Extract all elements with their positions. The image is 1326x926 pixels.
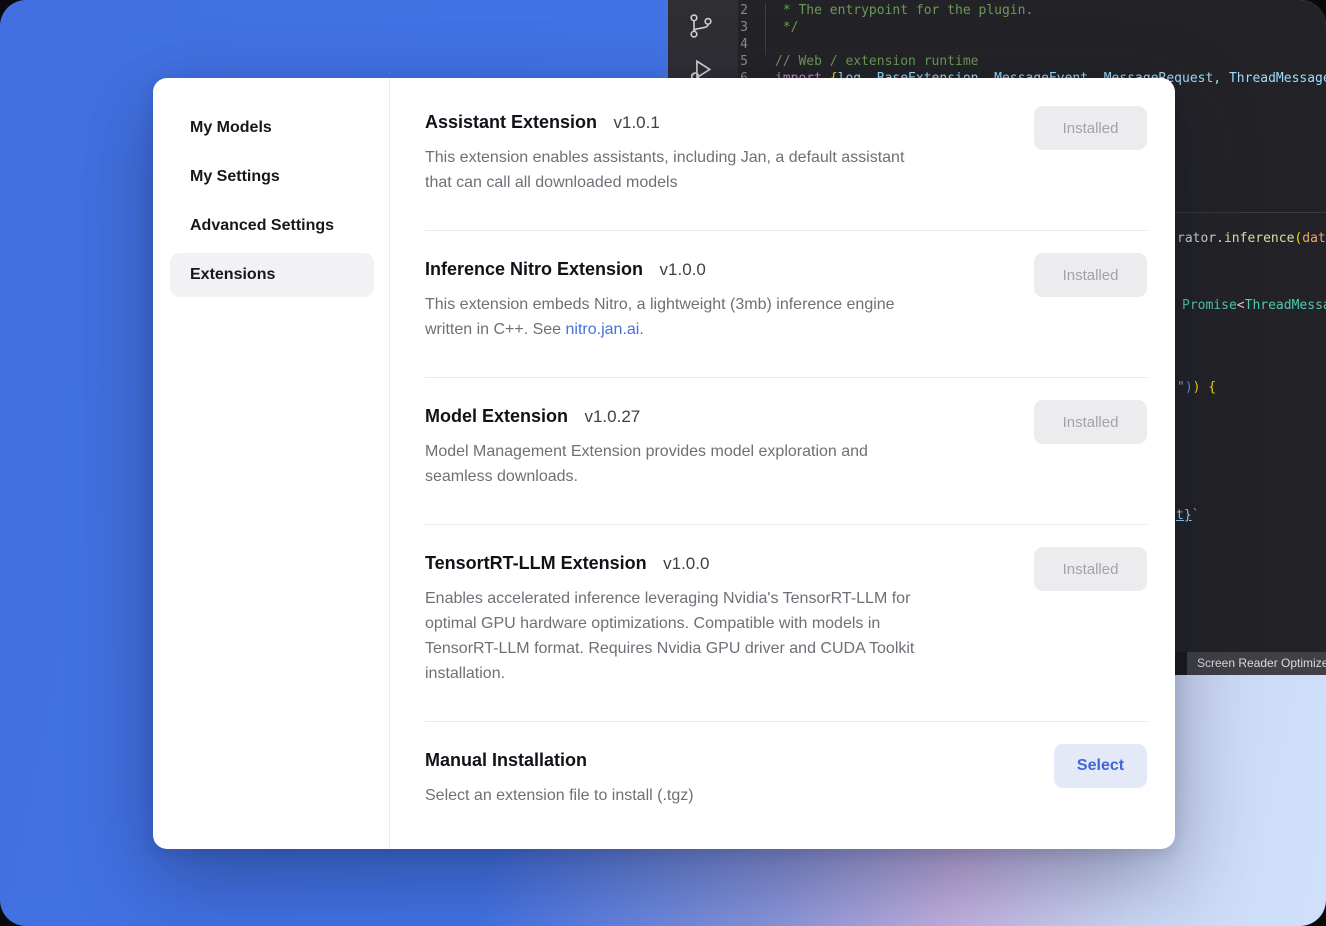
screen-reader-status-item[interactable]: Screen Reader Optimized <box>1187 652 1326 675</box>
installed-button[interactable]: Installed <box>1034 106 1147 150</box>
extension-title: TensortRT-LLM Extension <box>425 553 647 573</box>
extension-description: Enables accelerated inference leveraging… <box>425 586 1025 686</box>
manual-installation-row: Manual Installation Select an extension … <box>425 722 1147 828</box>
code-line: 4 <box>668 36 1326 53</box>
installed-button[interactable]: Installed <box>1034 400 1147 444</box>
code-fragment: ")) { <box>1177 381 1216 395</box>
extension-row-tensorrt: TensortRT-LLM Extension v1.0.0 Enables a… <box>425 525 1147 722</box>
sidebar-item-extensions[interactable]: Extensions <box>170 253 374 297</box>
extension-description: This extension embeds Nitro, a lightweig… <box>425 292 1025 342</box>
extension-title: Model Extension <box>425 406 568 426</box>
extension-row-nitro: Inference Nitro Extension v1.0.0 This ex… <box>425 231 1147 378</box>
manual-installation-title: Manual Installation <box>425 750 587 770</box>
code-fragment: t}` <box>1176 509 1199 523</box>
extension-description: This extension enables assistants, inclu… <box>425 145 1025 195</box>
extension-title: Assistant Extension <box>425 112 597 132</box>
installed-button[interactable]: Installed <box>1034 547 1147 591</box>
code-text: // Web / extension runtime <box>775 53 979 70</box>
code-lines: 2 * The entrypoint for the plugin. 3 */ … <box>668 2 1326 87</box>
nitro-jan-ai-link[interactable]: nitro.jan.ai. <box>566 321 644 338</box>
extension-row-assistant: Assistant Extension v1.0.1 This extensio… <box>425 78 1147 231</box>
installed-button[interactable]: Installed <box>1034 253 1147 297</box>
extension-row-model: Model Extension v1.0.27 Model Management… <box>425 378 1147 525</box>
select-file-button[interactable]: Select <box>1054 744 1147 788</box>
sidebar-item-my-models[interactable]: My Models <box>170 106 374 150</box>
extension-version: v1.0.1 <box>614 113 660 132</box>
line-number: 2 <box>668 2 748 19</box>
sidebar-item-advanced-settings[interactable]: Advanced Settings <box>170 204 374 248</box>
extension-version: v1.0.0 <box>660 260 706 279</box>
screenshot-stage: 2 * The entrypoint for the plugin. 3 */ … <box>0 0 1326 926</box>
manual-installation-description: Select an extension file to install (.tg… <box>425 783 1025 808</box>
code-fragment: rator.inference(data)); <box>1177 232 1326 246</box>
extension-title: Inference Nitro Extension <box>425 259 643 279</box>
app-window: 2 * The entrypoint for the plugin. 3 */ … <box>0 0 1326 926</box>
line-number: 5 <box>668 53 748 70</box>
code-text: */ <box>775 19 798 36</box>
code-line: 3 */ <box>668 19 1326 36</box>
settings-sidebar: My Models My Settings Advanced Settings … <box>153 78 390 849</box>
code-fragment: Promise<ThreadMessage> <box>1182 299 1326 313</box>
code-text: * The entrypoint for the plugin. <box>775 2 1033 19</box>
code-line: 2 * The entrypoint for the plugin. <box>668 2 1326 19</box>
indent-guide <box>765 3 766 55</box>
settings-card: My Models My Settings Advanced Settings … <box>153 78 1175 849</box>
line-number: 4 <box>668 36 748 53</box>
extension-version: v1.0.0 <box>663 554 709 573</box>
code-line: 5 // Web / extension runtime <box>668 53 1326 70</box>
extension-description: Model Management Extension provides mode… <box>425 439 1025 489</box>
extension-version: v1.0.27 <box>584 407 640 426</box>
sidebar-item-my-settings[interactable]: My Settings <box>170 155 374 199</box>
extensions-list: Assistant Extension v1.0.1 This extensio… <box>390 78 1175 849</box>
line-number: 3 <box>668 19 748 36</box>
